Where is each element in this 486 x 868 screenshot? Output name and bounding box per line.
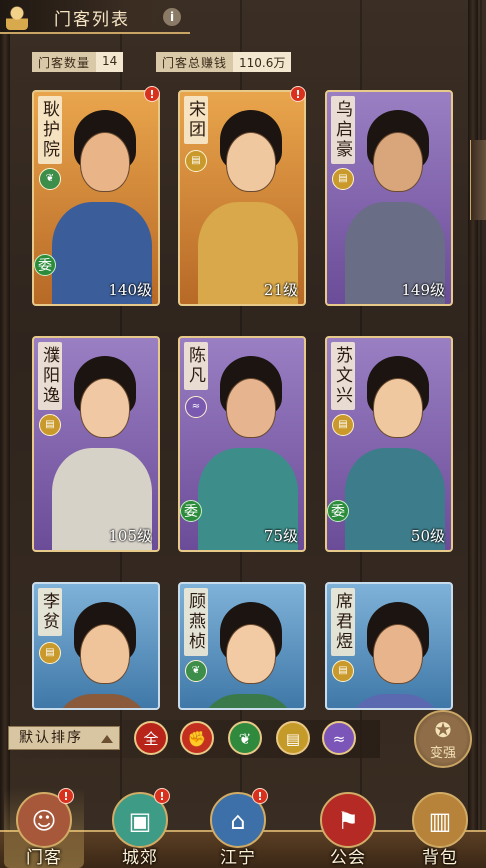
retainer-earnings: 门客总赚钱 110.6万 xyxy=(156,52,292,72)
filter-all-button[interactable]: 全 xyxy=(134,721,168,755)
retainer-level: 75级 xyxy=(263,527,298,545)
retainer-level: 50级 xyxy=(410,527,445,545)
retainer-name: 李贫 xyxy=(38,588,62,636)
alert-badge-icon: ! xyxy=(58,788,74,804)
delegated-badge: 委 xyxy=(180,500,202,522)
nav-retainer-tab[interactable]: ☺ 门客! xyxy=(4,788,84,868)
retainer-card[interactable]: 耿护院 ❦ 140级 委 xyxy=(32,90,160,306)
scroll-icon: ▤ xyxy=(332,660,354,682)
alert-badge-icon: ! xyxy=(154,788,170,804)
info-icon[interactable]: i xyxy=(163,8,181,26)
nav-label: 门客 xyxy=(26,848,62,868)
filter-wave-button[interactable]: ≈ xyxy=(322,721,356,755)
leaf-icon: ❦ xyxy=(39,168,61,190)
retainer-level: 21级 xyxy=(263,281,298,299)
retainer-card[interactable]: 苏文兴 ▤ 50级 委 xyxy=(325,336,453,552)
nav-label: 江宁 xyxy=(220,848,256,868)
retainer-name: 席君煜 xyxy=(331,588,355,656)
nav-palace-tab[interactable]: ⌂ 江宁! xyxy=(198,788,278,868)
sort-dropdown-label: 默认排序 xyxy=(19,730,83,746)
retainer-card[interactable]: 宋团 ▤ 21级 xyxy=(178,90,306,306)
leaf-icon: ❦ xyxy=(185,660,207,682)
muscle-icon: ✪ xyxy=(434,718,452,742)
sort-dropdown[interactable]: 默认排序 xyxy=(8,726,120,750)
scroll-icon: ▤ xyxy=(185,150,207,172)
become-stronger-label: 变强 xyxy=(429,746,456,761)
retainer-count-value: 14 xyxy=(96,52,124,72)
retainer-name: 濮阳逸 xyxy=(38,342,62,410)
banner-icon: ⚑ xyxy=(320,792,376,848)
retainer-card[interactable]: 李贫 ▤ xyxy=(32,582,160,710)
retainer-level: 105级 xyxy=(108,527,152,545)
retainer-count: 门客数量 14 xyxy=(32,52,124,72)
side-scroll-ornament xyxy=(470,140,486,220)
delegated-badge: 委 xyxy=(327,500,349,522)
retainer-earnings-label: 门客总赚钱 xyxy=(156,52,234,72)
retainer-name: 顾燕桢 xyxy=(184,588,208,656)
filter-leaf-button[interactable]: ❦ xyxy=(228,721,262,755)
nav-bus-tab[interactable]: ▣ 城郊! xyxy=(100,788,180,868)
nav-backpack-tab[interactable]: ▥ 背包 xyxy=(400,788,480,868)
bottom-nav: ☺ 门客! ▣ 城郊! ⌂ 江宁! ⚑ 公会 ▥ 背包 xyxy=(0,780,486,868)
backpack-icon: ▥ xyxy=(412,792,468,848)
scroll-icon: ▤ xyxy=(39,642,61,664)
alert-badge-icon: ! xyxy=(290,86,306,102)
alert-badge-icon: ! xyxy=(144,86,160,102)
header: 门客列表 i xyxy=(0,0,486,36)
become-stronger-button[interactable]: ✪ 变强 xyxy=(414,710,472,768)
filter-scroll-button[interactable]: ▤ xyxy=(276,721,310,755)
retainer-level: 140级 xyxy=(108,281,152,299)
retainer-name: 陈凡 xyxy=(184,342,208,390)
filter-strength-button[interactable]: ✊ xyxy=(180,721,214,755)
delegated-badge: 委 xyxy=(34,254,56,276)
retainer-card[interactable]: 席君煜 ▤ xyxy=(325,582,453,710)
retainer-name: 乌启豪 xyxy=(331,96,355,164)
retainer-count-label: 门客数量 xyxy=(32,52,97,72)
retainer-card[interactable]: 顾燕桢 ❦ xyxy=(178,582,306,710)
triangle-up-icon xyxy=(101,735,113,743)
nav-banner-tab[interactable]: ⚑ 公会 xyxy=(308,788,388,868)
title-bar: 门客列表 i xyxy=(0,0,190,34)
scroll-icon: ▤ xyxy=(39,414,61,436)
retainer-name: 苏文兴 xyxy=(331,342,355,410)
retainer-card[interactable]: 乌启豪 ▤ 149级 xyxy=(325,90,453,306)
retainer-list-icon xyxy=(6,4,28,30)
wave-icon: ≈ xyxy=(185,396,207,418)
retainer-name: 宋团 xyxy=(184,96,208,144)
retainer-card[interactable]: 濮阳逸 ▤ 105级 xyxy=(32,336,160,552)
nav-label: 公会 xyxy=(330,848,366,868)
retainer-name: 耿护院 xyxy=(38,96,62,164)
retainer-level: 149级 xyxy=(401,281,445,299)
scroll-icon: ▤ xyxy=(332,414,354,436)
scroll-icon: ▤ xyxy=(332,168,354,190)
retainer-earnings-value: 110.6万 xyxy=(233,52,292,72)
page-title: 门客列表 xyxy=(54,10,130,30)
retainer-card[interactable]: 陈凡 ≈75级 委 xyxy=(178,336,306,552)
nav-label: 城郊 xyxy=(122,848,158,868)
alert-badge-icon: ! xyxy=(252,788,268,804)
nav-label: 背包 xyxy=(422,848,458,868)
